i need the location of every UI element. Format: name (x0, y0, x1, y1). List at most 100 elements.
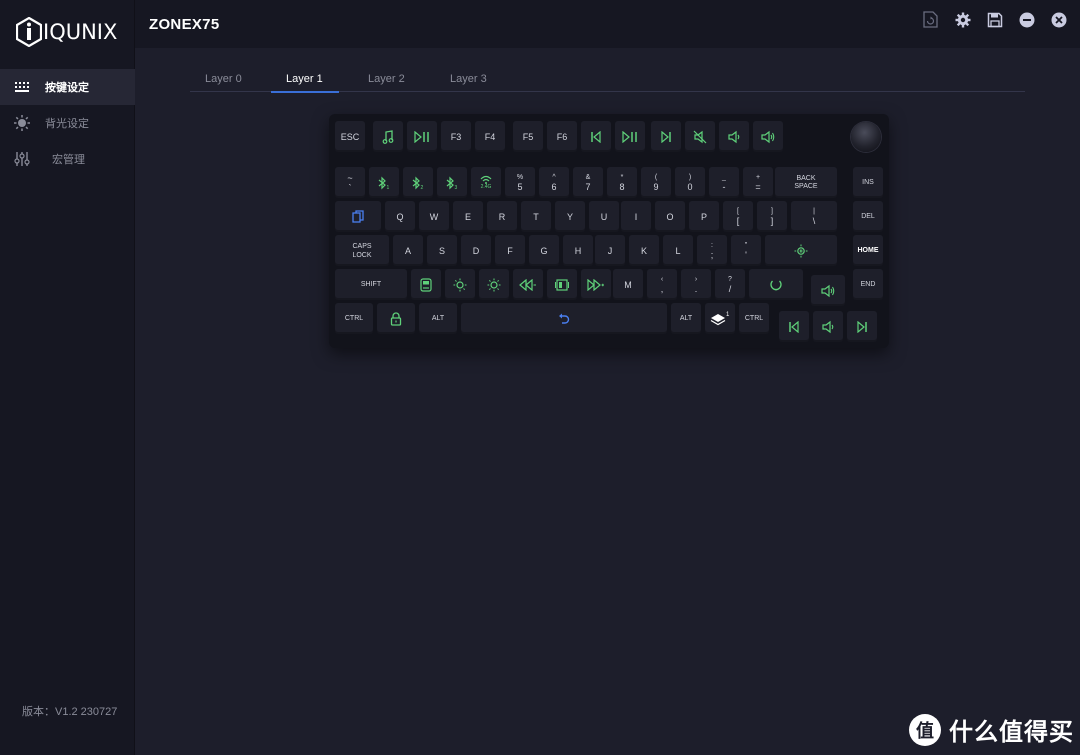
key-next-track[interactable] (651, 121, 681, 152)
key-insert[interactable]: INS (853, 167, 883, 198)
key-r[interactable]: R (487, 201, 517, 232)
key-prev-track[interactable] (581, 121, 611, 152)
key-d[interactable]: D (461, 235, 491, 266)
key-slash[interactable]: ? / (715, 269, 745, 300)
key-w[interactable]: W (419, 201, 449, 232)
key-quote[interactable]: " ' (731, 235, 761, 266)
key-a[interactable]: A (393, 235, 423, 266)
key-comma[interactable]: ‹, (647, 269, 677, 300)
key-left-shift[interactable]: SHIFT (335, 269, 407, 300)
key-5[interactable]: % 5 (505, 167, 535, 198)
key-right-alt[interactable]: ALT (671, 303, 701, 334)
key-left-alt[interactable]: ALT (419, 303, 457, 334)
key-play-pause[interactable] (407, 121, 437, 152)
key-e[interactable]: E (453, 201, 483, 232)
key-f[interactable]: F (495, 235, 525, 266)
key-0[interactable]: ) 0 (675, 167, 705, 198)
key-j[interactable]: J (595, 235, 625, 266)
key-f4[interactable]: F4 (475, 121, 505, 152)
key-home[interactable]: HOME (853, 235, 883, 266)
key-7[interactable]: & 7 (573, 167, 603, 198)
tab-layer-3[interactable]: Layer 3 (450, 73, 487, 92)
key-left-arrow-prev[interactable] (779, 311, 809, 342)
key-speed-up[interactable] (581, 269, 611, 300)
key-right-arrow-next[interactable] (847, 311, 877, 342)
key-f3[interactable]: F3 (441, 121, 471, 152)
key-brightness-up[interactable] (479, 269, 509, 300)
key-f5[interactable]: F5 (513, 121, 543, 152)
key-end[interactable]: END (853, 269, 883, 300)
key-fn-layer[interactable]: 1 (705, 303, 735, 334)
key-q[interactable]: Q (385, 201, 415, 232)
key-speed-down[interactable] (513, 269, 543, 300)
key-right-shift-reset[interactable] (749, 269, 803, 300)
save-icon[interactable] (986, 11, 1003, 28)
key-semicolon[interactable]: :; (697, 235, 727, 266)
gear-icon[interactable] (954, 11, 971, 28)
key-m[interactable]: M (613, 269, 643, 300)
key-mute[interactable] (685, 121, 715, 152)
key-tab-copy[interactable] (335, 201, 381, 232)
key-tilde[interactable]: ~ ` (335, 167, 365, 198)
key-down-arrow-volume[interactable] (813, 311, 843, 342)
key-f6[interactable]: F6 (547, 121, 577, 152)
key-y[interactable]: Y (555, 201, 585, 232)
key-h[interactable]: H (563, 235, 593, 266)
rotary-knob[interactable] (851, 122, 881, 152)
key-wireless-2-4g[interactable]: 2.4G (471, 167, 501, 198)
tab-layer-1[interactable]: Layer 1 (271, 73, 339, 93)
key-effect[interactable] (547, 269, 577, 300)
key-volume-up[interactable] (753, 121, 783, 152)
key-caps-lock[interactable]: CAPS LOCK (335, 235, 389, 266)
key-period[interactable]: ›. (681, 269, 711, 300)
next-track-icon (857, 320, 867, 333)
key-p[interactable]: P (689, 201, 719, 232)
key-play-pause-2[interactable] (615, 121, 645, 152)
key-equals[interactable]: + = (743, 167, 773, 198)
key-volume-down[interactable] (719, 121, 749, 152)
key-left-bracket[interactable]: [[ (723, 201, 753, 232)
key-s[interactable]: S (427, 235, 457, 266)
refresh-icon[interactable] (922, 11, 939, 28)
key-minus[interactable]: _ - (709, 167, 739, 198)
tab-layer-0[interactable]: Layer 0 (205, 73, 242, 92)
key-space-undo[interactable] (461, 303, 667, 334)
key-right-bracket[interactable]: ]] (757, 201, 787, 232)
key-backspace[interactable]: BACK SPACE (775, 167, 837, 198)
key-u[interactable]: U (589, 201, 619, 232)
sidebar-item-macro[interactable]: 宏管理 (0, 141, 135, 177)
key-enter-backlight[interactable] (765, 235, 837, 266)
key-i[interactable]: I (621, 201, 651, 232)
key-delete[interactable]: DEL (853, 201, 883, 232)
key-bluetooth-2[interactable]: 2 (403, 167, 433, 198)
key-music[interactable] (373, 121, 403, 152)
close-icon[interactable] (1050, 11, 1067, 28)
minimize-icon[interactable] (1018, 11, 1035, 28)
key-right-ctrl[interactable]: CTRL (739, 303, 769, 334)
reset-icon (770, 280, 782, 290)
key-backslash[interactable]: | \ (791, 201, 837, 232)
key-9[interactable]: (9 (641, 167, 671, 198)
key-bluetooth-1[interactable]: 1 (369, 167, 399, 198)
key-8[interactable]: * 8 (607, 167, 637, 198)
volume-up-icon (821, 284, 835, 297)
key-l[interactable]: L (663, 235, 693, 266)
key-o[interactable]: O (655, 201, 685, 232)
layers-icon: 1 (710, 312, 730, 325)
key-esc[interactable]: ESC (335, 121, 365, 152)
sliders-icon (14, 151, 30, 167)
key-g[interactable]: G (529, 235, 559, 266)
key-bluetooth-3[interactable]: 3 (437, 167, 467, 198)
sidebar-nav: 按键设定 背光设定 宏管理 (0, 69, 135, 177)
sidebar-item-key-settings[interactable]: 按键设定 (0, 69, 135, 105)
key-brightness-down[interactable] (445, 269, 475, 300)
key-toggle[interactable] (411, 269, 441, 300)
tab-layer-2[interactable]: Layer 2 (368, 73, 405, 92)
sidebar-item-backlight[interactable]: 背光设定 (0, 105, 135, 141)
key-t[interactable]: T (521, 201, 551, 232)
key-6[interactable]: ^ 6 (539, 167, 569, 198)
key-volume-up-arrow[interactable] (811, 275, 845, 306)
key-left-ctrl[interactable]: CTRL (335, 303, 373, 334)
key-win-lock[interactable] (377, 303, 415, 334)
key-k[interactable]: K (629, 235, 659, 266)
